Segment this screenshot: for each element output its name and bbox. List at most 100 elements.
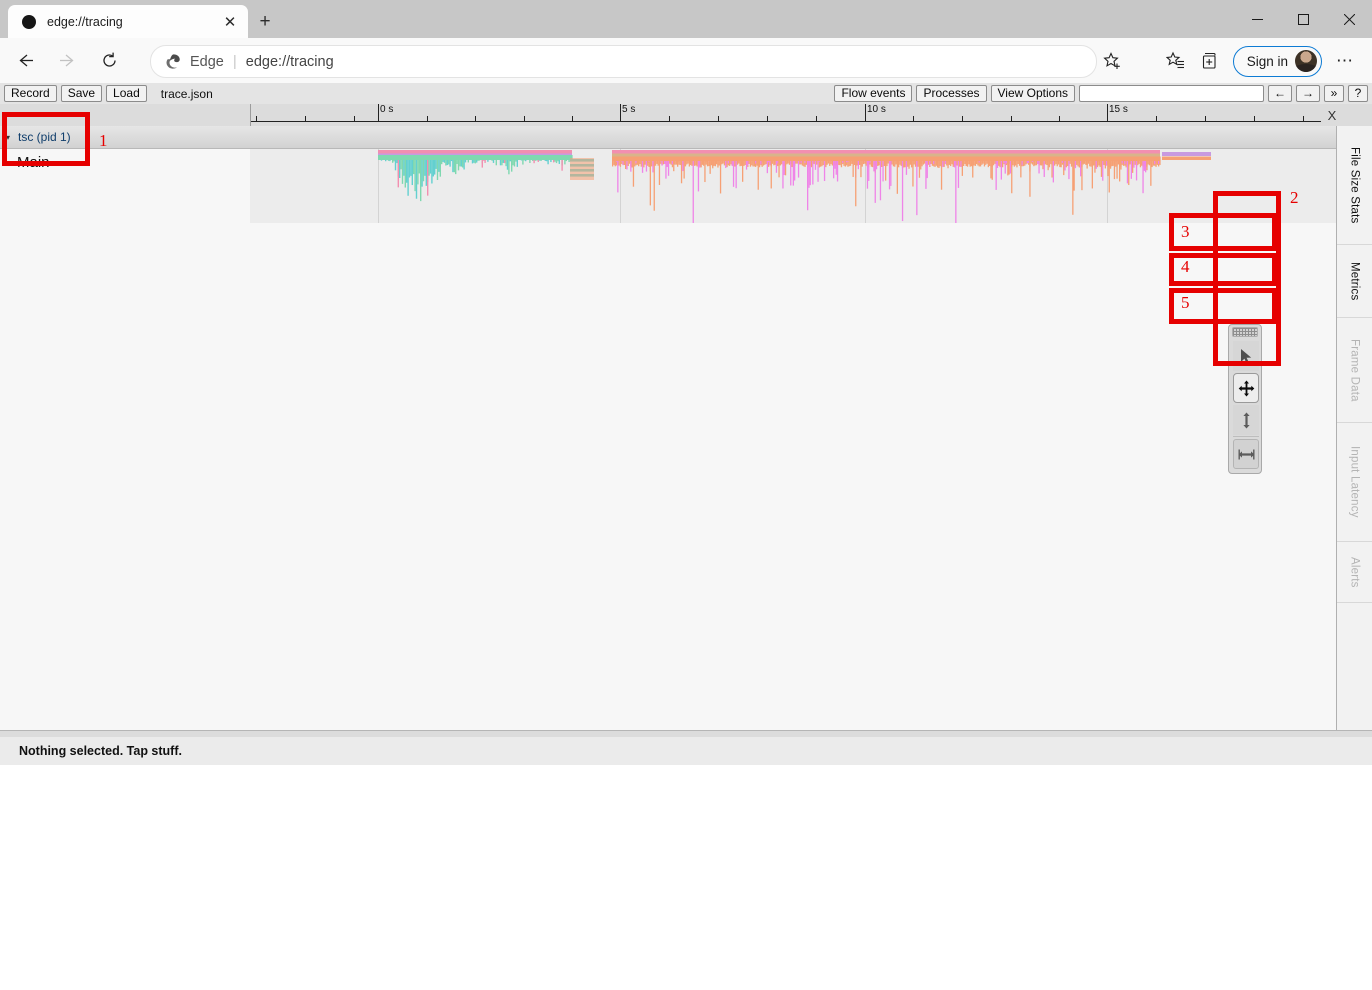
settings-menu-button[interactable]: ⋯ [1328, 45, 1362, 77]
waveform-bar [407, 155, 409, 196]
waveform-bar [888, 156, 891, 190]
waveform-bar [612, 156, 1160, 161]
trace-filename: trace.json [160, 86, 213, 101]
browser-window: edge://tracing ✕ + Edge | edge://tracing… [0, 0, 1372, 990]
side-tab-file-size-stats[interactable]: File Size Stats [1337, 126, 1372, 245]
waveform-bar [692, 156, 694, 223]
status-message: Nothing selected. Tap stuff. [19, 744, 182, 758]
ruler-minor-tick [427, 116, 428, 122]
maximize-icon[interactable] [1280, 0, 1326, 38]
search-prev-button[interactable]: ← [1268, 85, 1292, 102]
thread-label: Main [17, 153, 50, 171]
signin-label: Sign in [1246, 53, 1288, 69]
record-button[interactable]: Record [4, 85, 57, 102]
process-row-header[interactable]: ▾ tsc (pid 1) [0, 126, 250, 149]
waveform-bar [1162, 152, 1211, 156]
tab-title: edge://tracing [47, 14, 123, 29]
waveform-bar [1108, 156, 1110, 193]
search-input[interactable] [1079, 85, 1264, 102]
thread-track-strip[interactable] [250, 149, 1337, 223]
side-tab-frame-data: Frame Data [1337, 318, 1372, 423]
ruler-label: 5 s [622, 104, 636, 115]
process-strip[interactable] [250, 126, 1337, 149]
load-button[interactable]: Load [106, 85, 147, 102]
browser-toolbar-icons: Sign in ⋯ [1159, 45, 1362, 77]
waveform-bar [782, 156, 784, 189]
waveform-bar [866, 156, 869, 189]
omnibox-url: edge://tracing [245, 53, 334, 70]
processes-button[interactable]: Processes [916, 85, 987, 102]
ruler-minor-tick [718, 116, 719, 122]
side-tab-metrics[interactable]: Metrics [1337, 245, 1372, 318]
ruler-minor-tick [1156, 116, 1157, 122]
omnibox-separator: | [232, 53, 237, 70]
ruler-minor-tick [524, 116, 525, 122]
ruler-minor-tick [572, 116, 573, 122]
trace-waveform[interactable] [250, 149, 1337, 223]
ruler-minor-tick [475, 116, 476, 122]
view-options-button[interactable]: View Options [990, 85, 1075, 102]
save-button[interactable]: Save [60, 85, 103, 102]
side-tab-alerts: Alerts [1337, 542, 1372, 603]
tool-palette[interactable] [1228, 324, 1262, 474]
thread-row-header[interactable]: ▸ Main [0, 149, 250, 175]
back-icon[interactable] [8, 44, 42, 78]
favorites-list-icon[interactable] [1159, 45, 1193, 77]
process-expander-icon[interactable]: ▾ [3, 133, 13, 142]
overflow-button[interactable]: » [1324, 85, 1344, 102]
waveform-bar [735, 156, 737, 189]
star-add-icon[interactable] [1098, 47, 1126, 75]
ruler-minor-tick [1059, 116, 1060, 122]
waveform-bar [697, 156, 700, 192]
zoom-vertical-tool-button[interactable] [1233, 405, 1259, 435]
side-tab-input-latency: Input Latency [1337, 423, 1372, 542]
waveform-bar [732, 156, 735, 187]
tab-favicon-icon [22, 14, 36, 29]
waveform-bar [378, 150, 572, 154]
collections-icon[interactable] [1193, 45, 1227, 77]
omnibox-brand: Edge [190, 53, 224, 70]
track-header-column: ▾ tsc (pid 1) ▸ Main [0, 126, 251, 730]
ruler-ticks: 0 s 5 s 10 s 15 s [250, 104, 1335, 126]
edge-logo-icon [166, 54, 180, 69]
tracing-toolbar: Record Save Load trace.json Flow events … [0, 83, 1372, 105]
waveform-bar [879, 156, 882, 201]
new-tab-button[interactable]: + [252, 9, 278, 35]
waveform-bar [808, 156, 810, 188]
tab-close-icon[interactable]: ✕ [218, 10, 242, 34]
waveform-bar [427, 155, 429, 196]
address-bar[interactable]: Edge | edge://tracing [150, 45, 1097, 78]
timeline-ruler[interactable]: 0 s 5 s 10 s 15 s [0, 104, 1372, 127]
search-next-button[interactable]: → [1296, 85, 1320, 102]
zoom-horizontal-tool-button[interactable] [1233, 439, 1259, 469]
waveform-bar [940, 156, 943, 190]
avatar[interactable] [1295, 50, 1317, 72]
waveform-bar [874, 156, 876, 203]
ruler-minor-tick [1303, 116, 1304, 122]
close-panel-button[interactable]: X [1321, 104, 1343, 126]
ruler-minor-tick [669, 116, 670, 122]
annotation-number-4: 4 [1181, 257, 1190, 276]
reload-icon[interactable] [92, 44, 126, 78]
waveform-bar [955, 156, 957, 223]
waveform-bar [1072, 156, 1074, 215]
waveform-bar [378, 155, 572, 160]
status-bar: Nothing selected. Tap stuff. [0, 737, 1372, 766]
select-tool-button[interactable] [1233, 341, 1259, 371]
waveform-bar [414, 155, 416, 192]
palette-drag-handle[interactable] [1232, 327, 1258, 337]
process-label: tsc (pid 1) [18, 130, 71, 144]
annotation-number-1: 1 [99, 131, 108, 150]
pan-tool-button[interactable] [1233, 373, 1259, 403]
flow-events-button[interactable]: Flow events [834, 85, 913, 102]
waveform-bar [632, 156, 635, 187]
browser-tab[interactable]: edge://tracing ✕ [8, 5, 248, 38]
window-controls [1234, 0, 1372, 38]
close-icon[interactable] [1326, 0, 1372, 38]
waveform-bar [925, 156, 927, 189]
help-button[interactable]: ? [1348, 85, 1368, 102]
palette-divider [1233, 436, 1259, 437]
minimize-icon[interactable] [1234, 0, 1280, 38]
signin-button[interactable]: Sign in [1232, 45, 1322, 77]
thread-expander-icon[interactable]: ▸ [3, 158, 13, 167]
